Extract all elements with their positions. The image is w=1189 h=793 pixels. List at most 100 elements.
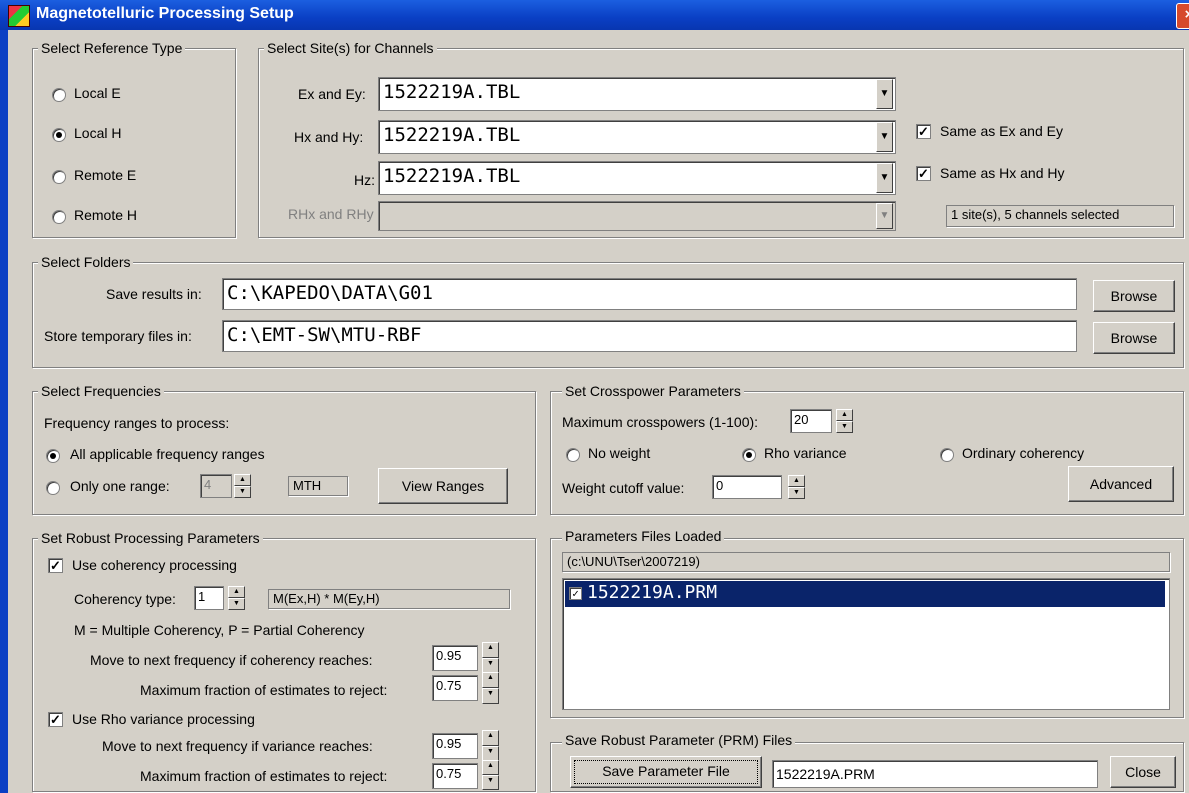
coherency-reject-input[interactable]: 0.75	[432, 675, 478, 701]
coherency-next-input[interactable]: 0.95	[432, 645, 478, 671]
same-as-hx-label: Same as Hx and Hy	[940, 165, 1065, 181]
radio-local-e[interactable]	[52, 88, 66, 102]
radio-local-h-label: Local H	[74, 125, 122, 141]
hz-dropdown-icon[interactable]: ▼	[876, 163, 893, 193]
one-range-spinner: ▲ ▼	[234, 474, 251, 498]
radio-ordinary-coherency[interactable]	[940, 448, 954, 462]
param-file-label: 1522219A.PRM	[587, 582, 718, 603]
param-files-legend: Parameters Files Loaded	[562, 528, 725, 544]
coherency-type-input[interactable]: 1	[194, 586, 224, 610]
rho-reject-value: 0.75	[436, 766, 462, 781]
radio-no-weight[interactable]	[566, 448, 580, 462]
max-crosspowers-label: Maximum crosspowers (1-100):	[562, 414, 759, 430]
save-results-value: C:\KAPEDO\DATA\G01	[227, 282, 433, 304]
weight-cutoff-spinner[interactable]: ▲ ▼	[788, 475, 805, 499]
close-icon[interactable]: ×	[1176, 3, 1189, 29]
coherency-reject-label: Maximum fraction of estimates to reject:	[140, 682, 388, 698]
hx-hy-label: Hx and Hy:	[294, 129, 364, 145]
rhx-rhy-select	[378, 201, 896, 231]
param-file-item[interactable]: ✓ 1522219A.PRM	[565, 581, 1165, 607]
browse-temp-button[interactable]: Browse	[1093, 322, 1175, 354]
radio-all-ranges-label: All applicable frequency ranges	[70, 446, 265, 462]
radio-ordinary-coherency-label: Ordinary coherency	[962, 445, 1085, 461]
same-as-hx-checkbox[interactable]: ✓	[916, 166, 931, 181]
reference-type-legend: Select Reference Type	[38, 40, 186, 56]
radio-remote-h-label: Remote H	[74, 207, 138, 223]
one-range-value: 4	[204, 477, 212, 492]
coherency-type-label: Coherency type:	[74, 591, 176, 607]
frequencies-legend: Select Frequencies	[38, 383, 164, 399]
weight-cutoff-input[interactable]: 0	[712, 475, 782, 499]
robust-legend: Set Robust Processing Parameters	[38, 530, 263, 546]
hx-hy-dropdown-icon[interactable]: ▼	[876, 122, 893, 152]
radio-remote-h[interactable]	[52, 210, 66, 224]
rhx-rhy-dropdown-icon: ▼	[876, 203, 893, 229]
max-crosspowers-input[interactable]: 20	[790, 409, 832, 433]
save-prm-legend: Save Robust Parameter (PRM) Files	[562, 732, 796, 748]
temp-files-label: Store temporary files in:	[44, 328, 192, 344]
browse-results-button[interactable]: Browse	[1093, 280, 1175, 312]
max-crosspowers-spinner[interactable]: ▲ ▼	[836, 409, 853, 433]
rho-variance-checkbox[interactable]: ✓	[48, 712, 63, 727]
same-as-ex-label: Same as Ex and Ey	[940, 123, 1063, 139]
one-range-input: 4	[200, 474, 232, 498]
weight-cutoff-label: Weight cutoff value:	[562, 480, 685, 496]
param-files-list[interactable]: ✓ 1522219A.PRM	[562, 578, 1170, 710]
coherency-type-value: 1	[198, 589, 206, 604]
param-files-path: (c:\UNU\Tser\2007219)	[562, 552, 1170, 572]
coherency-reject-spinner[interactable]: ▲ ▼	[482, 672, 499, 704]
radio-one-range[interactable]	[46, 481, 60, 495]
sites-legend: Select Site(s) for Channels	[264, 40, 437, 56]
advanced-button[interactable]: Advanced	[1068, 466, 1174, 502]
hx-hy-value: 1522219A.TBL	[383, 124, 521, 146]
coherency-processing-checkbox[interactable]: ✓	[48, 558, 63, 573]
radio-rho-variance[interactable]	[742, 448, 756, 462]
temp-files-value: C:\EMT-SW\MTU-RBF	[227, 324, 422, 346]
folders-legend: Select Folders	[38, 254, 134, 270]
radio-one-range-label: Only one range:	[70, 478, 170, 494]
ex-ey-value: 1522219A.TBL	[383, 81, 521, 103]
coherency-next-value: 0.95	[436, 648, 462, 663]
save-parameter-file-button[interactable]: Save Parameter File	[570, 756, 762, 788]
rho-next-input[interactable]: 0.95	[432, 733, 478, 759]
coherency-next-label: Move to next frequency if coherency reac…	[90, 652, 373, 668]
hz-value: 1522219A.TBL	[383, 165, 521, 187]
temp-files-input[interactable]: C:\EMT-SW\MTU-RBF	[222, 320, 1077, 352]
prm-filename-input[interactable]: 1522219A.PRM	[772, 760, 1098, 788]
range-code: MTH	[288, 476, 348, 496]
max-crosspowers-value: 20	[794, 412, 809, 427]
ex-ey-dropdown-icon[interactable]: ▼	[876, 79, 893, 109]
radio-no-weight-label: No weight	[588, 445, 651, 461]
sites-status: 1 site(s), 5 channels selected	[946, 205, 1174, 227]
rho-reject-spinner[interactable]: ▲ ▼	[482, 760, 499, 790]
param-file-checkbox[interactable]: ✓	[569, 587, 582, 600]
weight-cutoff-value: 0	[716, 478, 724, 493]
coherency-reject-value: 0.75	[436, 678, 462, 693]
ex-ey-select[interactable]: 1522219A.TBL	[378, 77, 896, 111]
view-ranges-button[interactable]: View Ranges	[378, 468, 508, 504]
coherency-next-spinner[interactable]: ▲ ▼	[482, 642, 499, 674]
close-button[interactable]: Close	[1110, 756, 1176, 788]
same-as-ex-checkbox[interactable]: ✓	[916, 124, 931, 139]
frequency-ranges-label: Frequency ranges to process:	[44, 415, 230, 431]
radio-remote-e-label: Remote E	[74, 167, 137, 183]
ex-ey-label: Ex and Ey:	[298, 86, 366, 102]
radio-remote-e[interactable]	[52, 170, 66, 184]
window-border	[0, 30, 8, 793]
rho-next-spinner[interactable]: ▲ ▼	[482, 730, 499, 762]
rho-next-label: Move to next frequency if variance reach…	[102, 738, 373, 754]
coherency-type-desc: M(Ex,H) * M(Ey,H)	[268, 589, 510, 609]
radio-local-h[interactable]	[52, 128, 66, 142]
prm-filename-value: 1522219A.PRM	[776, 766, 875, 782]
crosspower-legend: Set Crosspower Parameters	[562, 383, 744, 399]
rhx-rhy-label: RHx and RHy	[288, 206, 374, 222]
radio-rho-variance-label: Rho variance	[764, 445, 847, 461]
hz-label: Hz:	[354, 172, 375, 188]
coherency-type-spinner[interactable]: ▲ ▼	[228, 586, 245, 610]
save-results-input[interactable]: C:\KAPEDO\DATA\G01	[222, 278, 1077, 310]
rho-variance-label: Use Rho variance processing	[72, 711, 255, 727]
rho-reject-input[interactable]: 0.75	[432, 763, 478, 789]
hx-hy-select[interactable]: 1522219A.TBL	[378, 120, 896, 154]
radio-all-ranges[interactable]	[46, 449, 60, 463]
hz-select[interactable]: 1522219A.TBL	[378, 161, 896, 195]
